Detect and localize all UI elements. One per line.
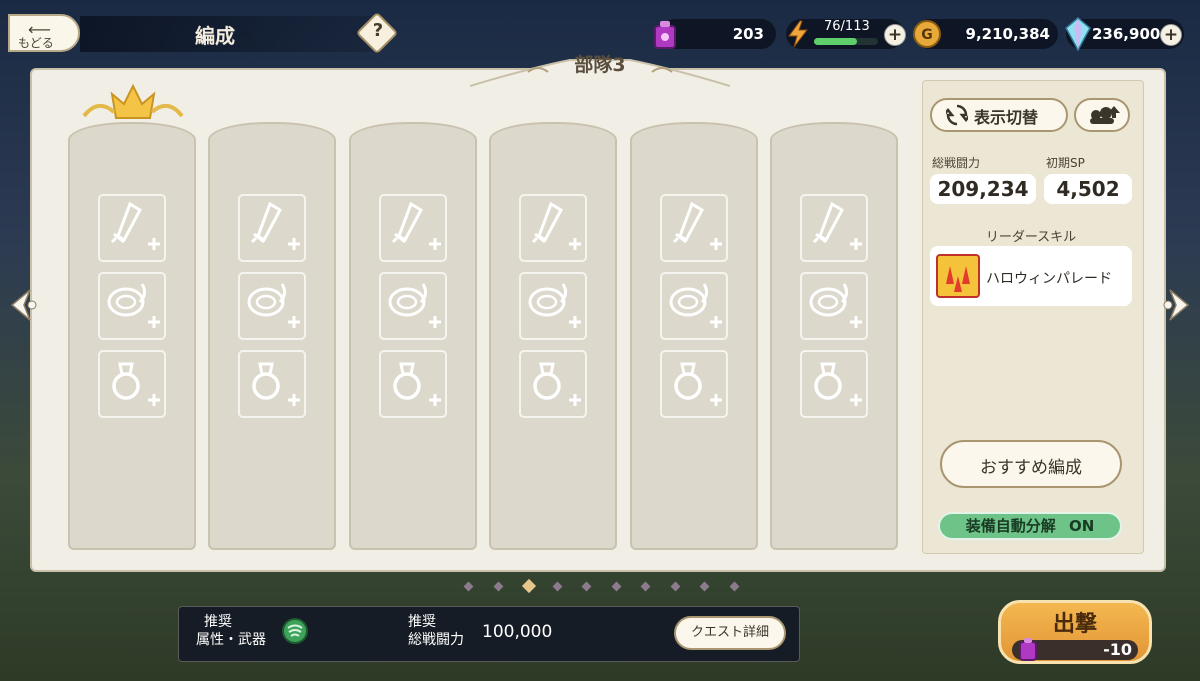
page-indicator-dot[interactable] — [640, 581, 651, 592]
previous-team-arrow-icon[interactable] — [6, 288, 40, 322]
auto-disassemble-toggle[interactable]: 装備自動分解 ON — [938, 512, 1122, 540]
lightning-icon — [788, 20, 809, 48]
equipment-slot[interactable] — [800, 194, 868, 262]
page-indicator-dot[interactable] — [463, 581, 474, 592]
total-power-value: 209,234 — [930, 174, 1036, 204]
add-gem-button[interactable]: + — [1160, 24, 1182, 46]
quest-details-button[interactable]: クエスト詳細 — [674, 616, 786, 650]
item-count-value: 203 — [732, 25, 764, 43]
equipment-slot[interactable] — [98, 272, 166, 340]
back-button[interactable]: ⟵ もどる — [8, 14, 80, 52]
equipment-slot[interactable] — [98, 194, 166, 262]
weapon-plus-icon — [110, 201, 160, 250]
add-stamina-button[interactable]: + — [884, 24, 906, 46]
weapon-plus-icon — [532, 201, 582, 250]
weapon-plus-icon — [251, 201, 301, 250]
equipment-slot[interactable] — [378, 272, 447, 340]
equipment-slot[interactable] — [659, 194, 728, 262]
stamina-bar-fill — [814, 38, 857, 45]
leader-skill-label: リーダースキル — [985, 230, 1077, 245]
initial-sp-label: 初期SP — [1046, 156, 1085, 170]
toggle-view-label: 表示切替 — [974, 108, 1039, 127]
page-indicator-dot[interactable] — [581, 581, 592, 592]
auto-disassemble-state: ON — [1068, 517, 1095, 535]
gem-value: 236,900 — [1092, 25, 1161, 43]
page-indicator-dot[interactable] — [521, 578, 537, 594]
armor-plus-icon — [247, 283, 301, 328]
equipment-slot[interactable] — [238, 194, 307, 262]
leader-crown-icon — [82, 83, 184, 119]
armor-plus-icon — [528, 283, 582, 328]
leader-skill-name: ハロウィンパレード — [986, 271, 1112, 287]
accessory-plus-icon — [673, 362, 722, 406]
equipment-slot[interactable] — [800, 272, 868, 340]
page-indicator-dot[interactable] — [611, 581, 621, 592]
total-power-label: 総戦闘力 — [932, 156, 981, 170]
swap-view-icon — [946, 104, 968, 126]
sortie-cost-value: -10 — [1103, 640, 1132, 659]
gold-coin-icon: G — [913, 20, 941, 48]
leader-skill-icon — [936, 254, 980, 298]
accessory-plus-icon — [814, 362, 862, 406]
page-indicator-dot[interactable] — [552, 581, 562, 592]
armor-plus-icon — [809, 283, 862, 328]
armor-plus-icon — [107, 283, 160, 328]
equipment-slot[interactable] — [519, 194, 588, 262]
weapon-plus-icon — [812, 201, 862, 250]
item-bag-icon — [654, 21, 676, 49]
weapon-plus-icon — [672, 201, 722, 250]
page-indicator-dot[interactable] — [670, 581, 680, 592]
equipment-slot[interactable] — [659, 350, 728, 418]
gold-value: 9,210,384 — [965, 25, 1050, 43]
equipment-slot[interactable] — [238, 272, 307, 340]
accessory-plus-icon — [393, 362, 441, 406]
recommended-formation-label: おすすめ編成 — [980, 458, 1082, 478]
recommended-power-label: 総戦闘力 — [408, 632, 464, 648]
back-label: もどる — [18, 36, 54, 50]
accessory-plus-icon — [533, 362, 582, 406]
recommended-label-2: 推奨 — [408, 614, 436, 630]
svg-text:G: G — [921, 27, 933, 43]
weapon-plus-icon — [391, 201, 441, 250]
equipment-slot[interactable] — [519, 272, 588, 340]
equipment-slot[interactable] — [519, 350, 588, 418]
accessory-plus-icon — [112, 362, 160, 406]
equipment-slot[interactable] — [238, 350, 307, 418]
armor-plus-icon — [669, 283, 722, 328]
page-title: 編成 — [195, 24, 235, 48]
page-indicator-dot[interactable] — [729, 581, 739, 592]
armor-plus-icon — [388, 283, 441, 328]
page-indicator-dot[interactable] — [493, 581, 503, 592]
team-title: 部隊3 — [574, 54, 626, 76]
page-indicator-dot[interactable] — [699, 581, 710, 592]
recommended-power-value: 100,000 — [482, 622, 553, 642]
crystal-icon — [1065, 17, 1091, 52]
accessory-plus-icon — [252, 362, 301, 406]
equipment-slot[interactable] — [378, 350, 447, 418]
sortie-label: 出撃 — [1052, 612, 1097, 637]
stamina-value: 76/113 — [824, 19, 870, 34]
element-weapon-label: 属性・武器 — [196, 632, 266, 648]
equipment-slot[interactable] — [378, 194, 447, 262]
equipment-slot[interactable] — [659, 272, 728, 340]
next-team-arrow-icon[interactable] — [1160, 288, 1194, 322]
equipment-slot[interactable] — [98, 350, 166, 418]
initial-sp-value: 4,502 — [1044, 174, 1132, 204]
auto-disassemble-label: 装備自動分解 — [965, 517, 1056, 535]
sortie-cost-item-icon — [1019, 638, 1037, 661]
party-level-up-icon — [1090, 106, 1120, 124]
help-icon: ? — [372, 20, 384, 41]
recommended-label-1: 推奨 — [204, 614, 232, 630]
equipment-slot[interactable] — [800, 350, 868, 418]
wind-element-icon — [282, 618, 308, 644]
